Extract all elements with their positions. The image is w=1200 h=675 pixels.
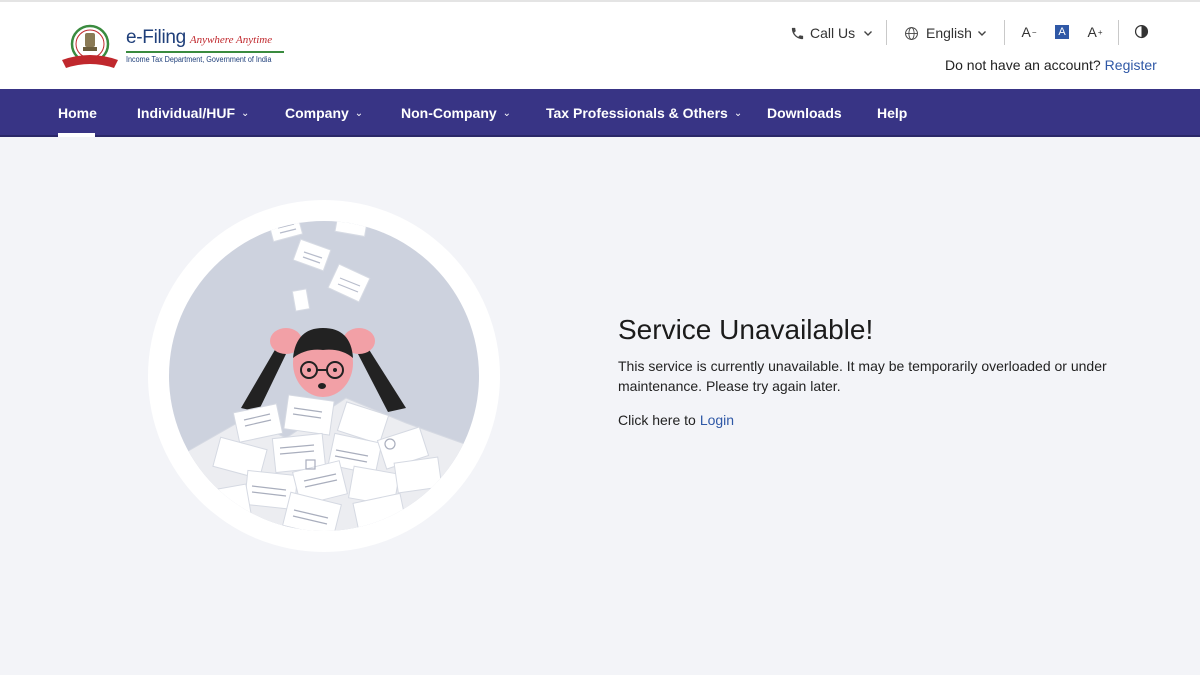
nav-item-tax-professionals[interactable]: Tax Professionals & Others ⌄	[546, 89, 742, 137]
logo-subtitle: Income Tax Department, Government of Ind…	[126, 55, 272, 64]
register-link[interactable]: Register	[1105, 57, 1157, 73]
font-decrease-label: A	[1021, 24, 1031, 40]
call-us-dropdown[interactable]: Call Us	[790, 20, 873, 46]
site-header: e-Filing Anywhere Anytime Income Tax Depa…	[0, 0, 1200, 89]
nav-item-company[interactable]: Company ⌄	[285, 89, 363, 137]
contrast-icon	[1134, 24, 1149, 39]
chevron-down-icon: ⌄	[354, 107, 364, 119]
minus-icon: −	[1031, 27, 1037, 37]
chevron-down-icon	[977, 31, 986, 36]
login-prompt: Click here to Login	[618, 412, 734, 428]
chevron-down-icon: ⌄	[241, 107, 250, 119]
overwhelmed-person-illustration	[148, 200, 500, 552]
header-divider	[886, 20, 887, 45]
call-us-label: Call Us	[810, 25, 856, 41]
font-default-button[interactable]: A	[1051, 21, 1073, 43]
error-description: This service is currently unavailable. I…	[618, 358, 1107, 394]
nav-item-individual-huf[interactable]: Individual/HUF ⌄	[137, 89, 249, 137]
header-divider	[1004, 20, 1005, 45]
login-link[interactable]: Login	[700, 412, 734, 428]
globe-icon	[905, 26, 918, 40]
error-title: Service Unavailable!	[618, 314, 874, 345]
language-label: English	[926, 25, 972, 41]
emblem-icon	[62, 24, 118, 68]
logo-tagline: Anywhere Anytime	[189, 34, 273, 46]
nav-item-non-company[interactable]: Non-Company ⌄	[401, 89, 511, 137]
font-default-label: A	[1055, 25, 1069, 39]
nav-item-label: Tax Professionals & Others	[546, 105, 728, 121]
language-dropdown[interactable]: English	[904, 20, 987, 46]
chevron-down-icon: ⌄	[502, 107, 512, 119]
font-increase-label: A	[1087, 24, 1097, 40]
nav-item-label: Company	[285, 105, 349, 121]
font-decrease-button[interactable]: A −	[1018, 21, 1040, 43]
account-prompt-text: Do not have an account?	[945, 57, 1101, 73]
nav-item-label: Downloads	[767, 105, 842, 121]
header-divider	[1118, 20, 1119, 45]
efiling-logo[interactable]: e-Filing Anywhere Anytime Income Tax Depa…	[58, 24, 288, 70]
login-prompt-text: Click here to	[618, 412, 696, 428]
chevron-down-icon: ⌄	[733, 107, 743, 119]
font-increase-button[interactable]: A +	[1084, 21, 1106, 43]
nav-item-label: Non-Company	[401, 105, 497, 121]
logo-title: e-Filing Anywhere Anytime	[126, 27, 273, 48]
phone-icon	[791, 27, 804, 39]
nav-item-label: Help	[877, 105, 908, 121]
contrast-toggle[interactable]	[1134, 24, 1149, 44]
nav-item-downloads[interactable]: Downloads	[767, 89, 842, 137]
nav-active-indicator	[58, 133, 95, 137]
chevron-down-icon	[864, 31, 873, 36]
nav-item-help[interactable]: Help	[877, 89, 907, 137]
nav-item-home[interactable]: Home	[58, 89, 97, 137]
nav-item-label: Individual/HUF	[137, 105, 235, 121]
main-nav: Home Individual/HUF ⌄ Company ⌄ Non-Compan…	[0, 89, 1200, 137]
plus-icon: +	[1097, 27, 1103, 37]
account-prompt: Do not have an account? Register	[945, 57, 1157, 73]
logo-rule	[126, 51, 284, 53]
nav-item-label: Home	[58, 105, 97, 121]
